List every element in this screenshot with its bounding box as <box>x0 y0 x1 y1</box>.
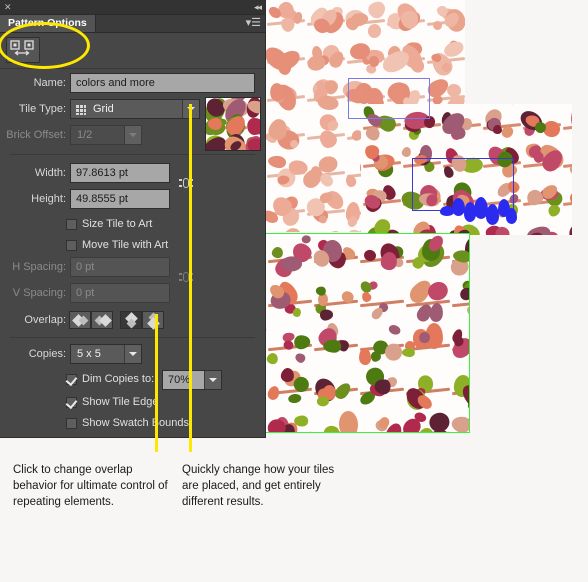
brick-offset-value: 1/2 <box>77 129 93 141</box>
panel-menu-icon[interactable]: ▾☰ <box>246 17 261 30</box>
panel-title-bar: ✕ ◂◂ <box>0 0 265 15</box>
row-move-tile-with-art: Move Tile with Art <box>0 236 265 256</box>
brick-offset-select: 1/2 <box>70 125 142 145</box>
divider-1 <box>10 154 255 155</box>
row-height: Height: 49.8555 pt <box>0 189 265 209</box>
dim-copies-dropdown[interactable] <box>182 370 222 390</box>
width-label: Width: <box>34 167 66 179</box>
show-tile-edge-checkbox[interactable] <box>66 397 77 408</box>
width-input[interactable]: 97.8613 pt <box>70 163 170 183</box>
size-tile-to-art-label: Size Tile to Art <box>82 218 153 230</box>
show-swatch-bounds-label: Show Swatch Bounds <box>82 417 190 429</box>
height-input[interactable]: 49.8555 pt <box>70 189 170 209</box>
size-tile-to-art-checkbox[interactable] <box>66 219 77 230</box>
move-tile-with-art-label: Move Tile with Art <box>82 239 169 251</box>
close-x-icon[interactable]: ✕ <box>4 1 12 13</box>
callout-text-right: Quickly change how your tiles are placed… <box>182 464 335 508</box>
height-label: Height: <box>31 193 66 205</box>
overlap-top-in-front-button[interactable] <box>120 311 142 329</box>
overlap-label: Overlap: <box>24 314 66 326</box>
row-width: Width: 97.8613 pt <box>0 163 265 183</box>
pattern-tile-tool-highlight <box>0 22 90 69</box>
chevron-down-icon-4[interactable] <box>204 371 221 389</box>
overlap-right-in-front-button[interactable] <box>91 311 113 329</box>
row-v-spacing: V Spacing: 0 pt <box>0 283 265 303</box>
row-overlap: Overlap: <box>0 310 265 330</box>
double-chevron-left-icon[interactable]: ◂◂ <box>254 1 262 13</box>
row-copies: Copies: 5 x 5 <box>0 344 265 364</box>
row-dim-copies: Dim Copies to: 70% <box>0 370 265 390</box>
chevron-down-icon-2 <box>124 126 141 144</box>
pattern-swatch-bounds-preview <box>265 233 470 433</box>
show-swatch-bounds-checkbox[interactable] <box>66 418 77 429</box>
callout-line-left <box>155 314 158 452</box>
selected-art-group[interactable] <box>438 196 518 228</box>
overlap-left-in-front-button[interactable] <box>69 311 91 329</box>
row-size-tile-to-art: Size Tile to Art <box>0 215 265 235</box>
name-input[interactable]: colors and more <box>70 73 255 93</box>
row-h-spacing: H Spacing: 0 pt <box>0 257 265 277</box>
callout-text-left: Click to change overlap behavior for ult… <box>13 464 168 508</box>
overlap-bottom-in-front-button[interactable] <box>142 311 164 330</box>
move-tile-with-art-checkbox[interactable] <box>66 240 77 251</box>
callout-line-right <box>189 104 192 452</box>
brick-offset-label: Brick Offset: <box>6 129 66 141</box>
tile-type-label: Tile Type: <box>18 103 66 115</box>
v-spacing-label: V Spacing: <box>12 287 66 299</box>
tile-edge-rect-upper <box>348 78 430 119</box>
dim-copies-checkbox[interactable] <box>66 374 77 385</box>
show-tile-edge-label: Show Tile Edge <box>82 396 159 408</box>
row-show-swatch-bounds: Show Swatch Bounds <box>0 414 265 434</box>
h-spacing-input: 0 pt <box>70 257 170 277</box>
row-name: Name: colors and more <box>0 73 265 93</box>
h-spacing-label: H Spacing: <box>12 261 66 273</box>
tile-type-value: Grid <box>93 103 114 115</box>
copies-label: Copies: <box>28 348 66 360</box>
name-label: Name: <box>33 77 66 89</box>
copies-value: 5 x 5 <box>77 348 101 360</box>
row-show-tile-edge: Show Tile Edge <box>0 393 265 413</box>
pattern-swatch-thumbnail[interactable] <box>205 97 261 151</box>
dim-copies-label: Dim Copies to: <box>82 373 155 385</box>
v-spacing-input: 0 pt <box>70 283 170 303</box>
copies-select[interactable]: 5 x 5 <box>70 344 142 364</box>
tile-type-select[interactable]: Grid <box>70 99 200 119</box>
chevron-down-icon-3[interactable] <box>124 345 141 363</box>
grid-icon <box>75 104 86 115</box>
divider-2 <box>10 337 255 338</box>
